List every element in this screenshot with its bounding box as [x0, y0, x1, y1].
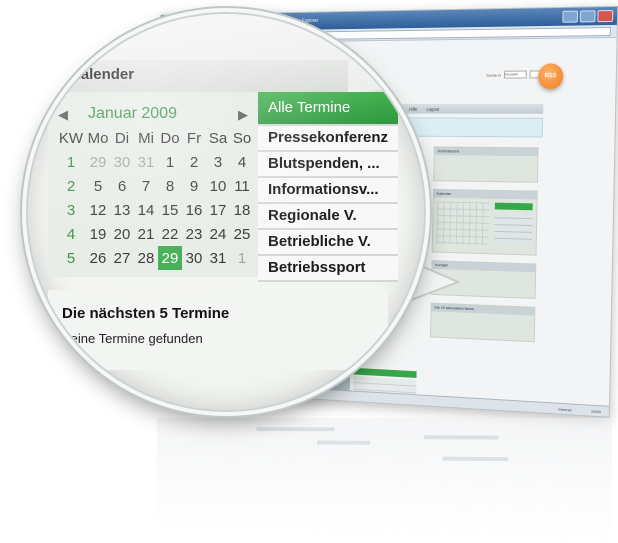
week-row: 3 12 13 14 15 16 17 18: [56, 198, 254, 222]
week-number[interactable]: 4: [56, 222, 86, 246]
sidebar-box-quicksearch: Schnellsuche: [433, 146, 539, 183]
calendar-day[interactable]: 5: [86, 174, 110, 198]
calendar-day[interactable]: 30: [110, 150, 134, 174]
calendar-day[interactable]: 31: [134, 150, 158, 174]
weekday-header-row: KW Mo Di Mi Do Fr Sa So: [56, 126, 254, 150]
weekday-header: Di: [114, 129, 130, 147]
month-label: Januar 2009: [88, 105, 177, 122]
calendar-day[interactable]: 1: [158, 150, 182, 174]
week-row: 2 5 6 7 8 9 10 11: [56, 174, 254, 198]
calendar-day[interactable]: 25: [230, 222, 254, 246]
minimize-icon[interactable]: [562, 10, 579, 23]
calendar-day[interactable]: 30: [182, 246, 206, 270]
calendar-day-selected[interactable]: 29: [158, 246, 182, 270]
collapse-triangle-icon[interactable]: ▼: [56, 69, 66, 80]
calendar-grid: KW Mo Di Mi Do Fr Sa So 1 29 30 31 1 2 3…: [56, 126, 254, 270]
calendar-day[interactable]: 24: [206, 222, 230, 246]
calendar-day[interactable]: 13: [110, 198, 134, 222]
category-item-regional[interactable]: Regionale V.: [258, 204, 398, 230]
calendar-day[interactable]: 17: [206, 198, 230, 222]
week-number[interactable]: 5: [56, 246, 86, 270]
nav-item-logout[interactable]: Logout: [426, 106, 439, 111]
category-item-company[interactable]: Betriebliche V.: [258, 230, 398, 256]
sidebar-box-news: Die 10 aktuellsten News: [430, 302, 536, 343]
close-icon[interactable]: [597, 9, 614, 23]
calendar-day[interactable]: 15: [158, 198, 182, 222]
calendar-day[interactable]: 16: [182, 198, 206, 222]
calendar-day[interactable]: 28: [134, 246, 158, 270]
maximize-icon[interactable]: [579, 10, 596, 23]
category-item-blood-donation[interactable]: Blutspenden, ...: [258, 152, 398, 178]
calendar-day[interactable]: 1: [230, 246, 254, 270]
calendar-day[interactable]: 4: [230, 150, 254, 174]
calendar-day[interactable]: 14: [134, 198, 158, 222]
sidebar-box-contact: Kontakt: [430, 260, 537, 299]
calendar-day[interactable]: 26: [86, 246, 110, 270]
search-label: Suche in: [486, 72, 502, 78]
week-row: 4 19 20 21 22 23 24 25: [56, 222, 254, 246]
calendar-day[interactable]: 2: [182, 150, 206, 174]
weekday-header: Mi: [138, 129, 154, 147]
week-number[interactable]: 1: [56, 150, 86, 174]
weekday-header: Do: [160, 129, 180, 147]
zoom-level[interactable]: 100%: [591, 408, 601, 414]
sidebar-box-calendar: Kalender: [431, 188, 538, 256]
calendar-day[interactable]: 29: [86, 150, 110, 174]
weekday-header: Sa: [208, 129, 228, 147]
nav-item-help[interactable]: Hilfe: [409, 106, 417, 111]
next-month-icon[interactable]: ▶: [238, 107, 248, 123]
category-item-sports[interactable]: Betriebssport: [258, 256, 398, 282]
upcoming-events-empty: Keine Termine gefunden: [62, 331, 203, 346]
calendar-day[interactable]: 10: [206, 174, 230, 198]
calendar-title[interactable]: ▼ Kalender: [56, 66, 134, 83]
weekday-header: Fr: [186, 129, 202, 147]
status-zone: Internet: [558, 406, 572, 412]
week-row: 1 29 30 31 1 2 3 4: [56, 150, 254, 174]
magnifier-lens: ▼ Kalender ◀ Januar 2009 ▶ KW Mo Di Mi D…: [28, 14, 424, 410]
week-number[interactable]: 2: [56, 174, 86, 198]
weekday-header: So: [232, 129, 252, 147]
calendar-day[interactable]: 12: [86, 198, 110, 222]
category-list: Alle Termine Pressekonferenz Blutspenden…: [258, 92, 398, 282]
prev-month-icon[interactable]: ◀: [58, 107, 68, 123]
calendar-day[interactable]: 23: [182, 222, 206, 246]
calendar-day[interactable]: 8: [158, 174, 182, 198]
upcoming-events-title: Die nächsten 5 Termine: [62, 305, 230, 322]
calendar-day[interactable]: 9: [182, 174, 206, 198]
calendar-day[interactable]: 31: [206, 246, 230, 270]
category-item-press[interactable]: Pressekonferenz: [258, 126, 398, 152]
window-reflection: [156, 418, 612, 543]
kw-header: KW: [58, 129, 84, 147]
calendar-day[interactable]: 7: [134, 174, 158, 198]
weekday-header: Mo: [87, 129, 109, 147]
category-item-all[interactable]: Alle Termine: [258, 92, 398, 126]
week-number[interactable]: 3: [56, 198, 86, 222]
sidebar: Schnellsuche Kalender Kontakt Die 10 akt…: [430, 146, 539, 350]
calendar-day[interactable]: 18: [230, 198, 254, 222]
calendar-day[interactable]: 27: [110, 246, 134, 270]
calendar-day[interactable]: 6: [110, 174, 134, 198]
week-row: 5 26 27 28 29 30 31 1: [56, 246, 254, 270]
calendar-day[interactable]: 20: [110, 222, 134, 246]
calendar-day[interactable]: 21: [134, 222, 158, 246]
calendar-day[interactable]: 22: [158, 222, 182, 246]
category-item-information[interactable]: Informationsv...: [258, 178, 398, 204]
search-scope-select[interactable]: Gesamt: [503, 70, 527, 79]
calendar-day[interactable]: 19: [86, 222, 110, 246]
calendar-day[interactable]: 3: [206, 150, 230, 174]
upcoming-events-panel: [48, 290, 388, 370]
calendar-day[interactable]: 11: [230, 174, 254, 198]
